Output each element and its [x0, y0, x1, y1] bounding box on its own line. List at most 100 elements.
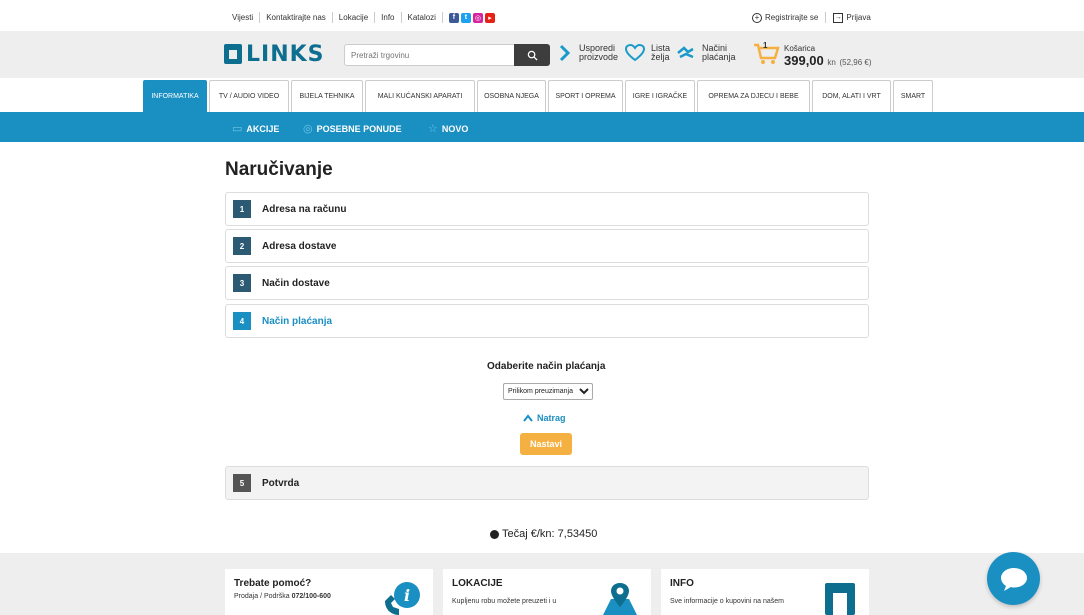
step-label: Način plaćanja [262, 315, 333, 327]
payment-icon [677, 46, 694, 59]
help-title: Trebate pomoć? [234, 578, 312, 589]
cart-count: 1 [763, 41, 768, 50]
twitter-icon[interactable]: t [460, 12, 471, 23]
compare-products[interactable]: Usporedi proizvode [558, 44, 618, 62]
category-tab-dom[interactable]: DOM, ALATI I VRT [812, 80, 891, 112]
step-label: Adresa na računu [262, 203, 347, 215]
payment-methods[interactable]: Načini plaćanja [676, 44, 736, 62]
help-card: Trebate pomoć? Prodaja / Podrška 072/100… [225, 569, 433, 615]
locations-title: LOKACIJE [452, 578, 503, 589]
phone-info-icon: i [385, 582, 420, 615]
category-tab-informatika[interactable]: INFORMATIKA [143, 80, 207, 112]
step-number: 5 [233, 474, 251, 492]
locations-text: Kupljenu robu možete preuzeti i u [452, 598, 557, 605]
payment-label: Načini plaćanja [702, 44, 736, 62]
help-text-prefix: Prodaja / Podrška [234, 593, 292, 600]
heart-icon [625, 44, 645, 62]
facebook-icon[interactable]: f [448, 12, 459, 23]
promo-posebne-label: POSEBNE PONUDE [316, 123, 402, 134]
promo-akcije-label: AKCIJE [246, 123, 280, 134]
help-phone[interactable]: 072/100-600 [292, 593, 331, 600]
top-bar: Vijesti Kontaktirajte nas Lokacije Info … [0, 0, 1084, 31]
category-tab-smart[interactable]: SMART [893, 80, 933, 112]
checkout-step-payment[interactable]: 4 Način plaćanja [225, 304, 869, 338]
back-link[interactable]: Natrag [523, 413, 566, 423]
search-icon [527, 50, 538, 61]
header: LINKS Usporediproizvode Listaželja Način… [0, 31, 1084, 78]
exchange-rate-text: Tečaj €/kn: 7,53450 [502, 528, 598, 540]
checkout-step-shipping-method[interactable]: 3 Način dostave [225, 266, 869, 300]
step-number: 1 [233, 200, 251, 218]
instagram-icon[interactable]: ◎ [472, 12, 483, 23]
continue-button[interactable]: Nastavi [520, 433, 572, 455]
step-label: Adresa dostave [262, 240, 337, 252]
payment-method-select[interactable]: Prilikom preuzimanja [503, 383, 593, 400]
cart-currency: kn [827, 58, 836, 67]
category-tab-igre[interactable]: IGRE I IGRAČKE [625, 80, 695, 112]
info-icon [490, 529, 499, 539]
search-button[interactable] [514, 44, 550, 66]
links-logo-icon [825, 583, 855, 615]
promo-novo[interactable]: ☆ NOVO [428, 122, 468, 135]
back-label: Natrag [537, 413, 566, 423]
cart[interactable]: 1 Košarica 399,00 kn (52,96 €) [752, 40, 872, 71]
wishlist-label-2: želja [651, 52, 670, 62]
category-tab-djeca[interactable]: OPREMA ZA DJECU I BEBE [697, 80, 810, 112]
page-title: Naručivanje [225, 159, 333, 180]
register-link[interactable]: Registrirajte se [765, 13, 818, 22]
divider [374, 12, 376, 23]
checkout-step-shipping-address[interactable]: 2 Adresa dostave [225, 229, 869, 263]
plus-circle-icon: + [752, 12, 762, 23]
divider [441, 12, 443, 23]
promo-posebne-ponude[interactable]: ◎ POSEBNE PONUDE [303, 122, 402, 135]
payment-method-heading: Odaberite način plaćanja [487, 361, 606, 372]
category-tab-mali-kucanski[interactable]: MALI KUĆANSKI APARATI [365, 80, 475, 112]
cart-label: Košarica [784, 44, 816, 53]
promo-akcije[interactable]: ▭ AKCIJE [232, 122, 279, 135]
top-link-news[interactable]: Vijesti [232, 13, 253, 22]
top-link-contact[interactable]: Kontaktirajte nas [266, 13, 326, 22]
logo[interactable]: LINKS [224, 41, 325, 67]
category-tab-bijela-tehnika[interactable]: BIJELA TEHNIKA [291, 80, 363, 112]
promo-novo-label: NOVO [441, 123, 469, 134]
category-tabs: INFORMATIKA TV / AUDIO VIDEO BIJELA TEHN… [143, 80, 935, 112]
help-text: Prodaja / Podrška 072/100-600 [234, 593, 331, 600]
category-tab-tv-audio[interactable]: TV / AUDIO VIDEO [209, 80, 289, 112]
compare-label: Usporedi proizvode [579, 44, 618, 62]
logo-text: LINKS [246, 41, 325, 67]
youtube-icon[interactable]: ▸ [484, 12, 495, 23]
star-icon: ☆ [428, 123, 438, 135]
info-text: Sve informacije o kupovini na našem [670, 598, 785, 605]
login-link[interactable]: Prijava [846, 13, 870, 22]
top-link-locations[interactable]: Lokacije [339, 13, 368, 22]
circle-icon: ◎ [303, 123, 313, 135]
divider [331, 12, 333, 23]
search-input[interactable] [345, 45, 515, 66]
divider [825, 12, 827, 23]
divider [259, 12, 261, 23]
wishlist-label: Lista želja [651, 44, 670, 62]
step-label: Potvrda [262, 477, 300, 489]
payment-label-2: plaćanja [702, 52, 736, 62]
top-link-catalogs[interactable]: Katalozi [408, 13, 436, 22]
step-number: 3 [233, 274, 251, 292]
category-tab-sport[interactable]: SPORT I OPREMA [548, 80, 623, 112]
top-link-info[interactable]: Info [381, 13, 394, 22]
cart-amount: 399,00 [784, 53, 824, 68]
checkout-step-billing[interactable]: 1 Adresa na računu [225, 192, 869, 226]
login-icon: → [833, 12, 844, 23]
chevron-up-icon [523, 414, 533, 422]
step-number: 4 [233, 312, 251, 330]
info-card[interactable]: INFO Sve informacije o kupovini na našem [661, 569, 869, 615]
chat-button[interactable] [987, 552, 1040, 605]
wishlist[interactable]: Lista želja [625, 44, 670, 62]
top-links: Vijesti Kontaktirajte nas Lokacije Info … [232, 12, 495, 23]
cart-amount-eur: (52,96 €) [839, 58, 872, 67]
social-links: f t ◎ ▸ [448, 12, 495, 23]
step-number: 2 [233, 237, 251, 255]
category-tab-osobna-njega[interactable]: OSOBNA NJEGA [477, 80, 546, 112]
promo-bar: ▭ AKCIJE ◎ POSEBNE PONUDE ☆ NOVO [0, 112, 1084, 142]
locations-card[interactable]: LOKACIJE Kupljenu robu možete preuzeti i… [443, 569, 651, 615]
checkout-step-confirmation[interactable]: 5 Potvrda [225, 466, 869, 500]
divider [400, 12, 402, 23]
